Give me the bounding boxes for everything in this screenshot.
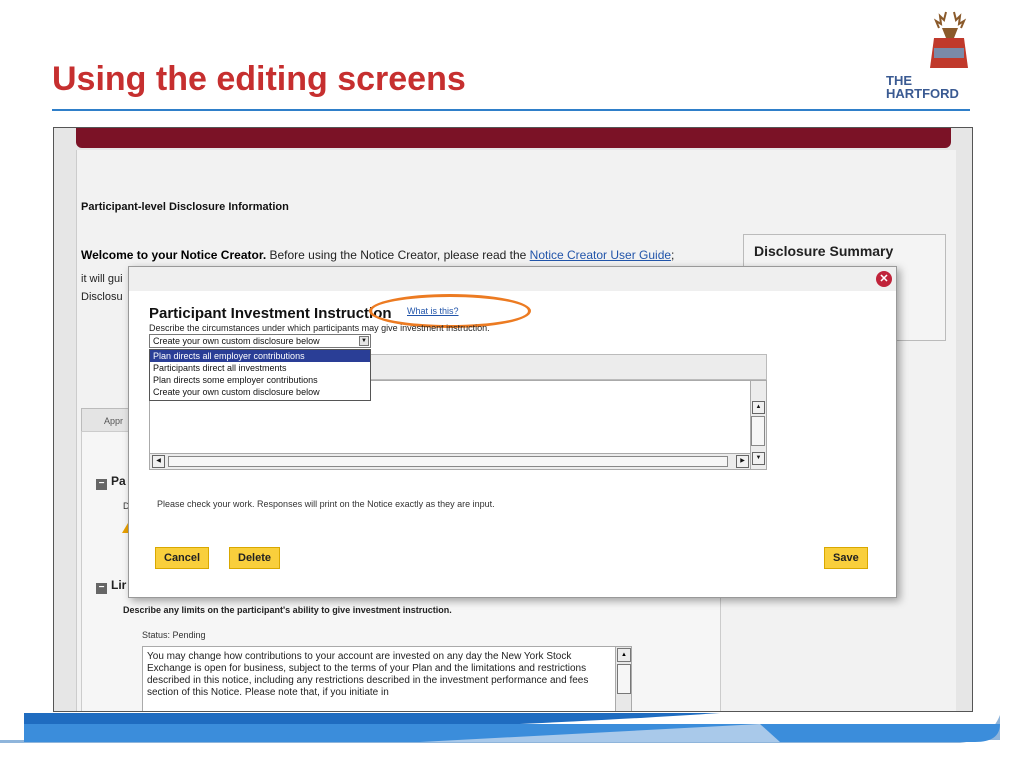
user-guide-link[interactable]: Notice Creator User Guide bbox=[530, 248, 671, 262]
scroll-up-icon[interactable]: ▲ bbox=[617, 648, 631, 662]
disclosure-options-list: Plan directs all employer contributions … bbox=[149, 349, 371, 401]
limits-status: Status: Pending bbox=[142, 630, 206, 640]
page-heading: Participant-level Disclosure Information bbox=[81, 201, 289, 213]
limits-scrollbar[interactable]: ▲ bbox=[615, 647, 631, 711]
section-pa-header[interactable]: − Pa bbox=[96, 474, 126, 490]
welcome-line2: it will gui bbox=[81, 273, 123, 285]
modal-title: Participant Investment Instruction bbox=[149, 305, 392, 322]
app-screenshot: Participant-level Disclosure Information… bbox=[53, 127, 973, 712]
minus-icon[interactable]: − bbox=[96, 583, 107, 594]
header-bar bbox=[76, 128, 951, 148]
check-work-note: Please check your work. Responses will p… bbox=[157, 499, 495, 509]
instruction-modal: ✕ Participant Investment Instruction Wha… bbox=[128, 266, 897, 598]
welcome-end: ; bbox=[671, 248, 675, 262]
chevron-down-icon[interactable]: ▼ bbox=[359, 336, 369, 346]
disclosure-select[interactable]: Create your own custom disclosure below … bbox=[149, 334, 371, 348]
textarea-hscroll[interactable]: ◀ ▶ bbox=[150, 453, 750, 469]
footer-wave bbox=[0, 713, 1000, 743]
hscroll-thumb[interactable] bbox=[168, 456, 728, 467]
delete-button[interactable]: Delete bbox=[229, 547, 281, 569]
scroll-thumb[interactable] bbox=[751, 416, 765, 446]
close-icon[interactable]: ✕ bbox=[876, 271, 892, 287]
title-rule bbox=[52, 109, 970, 111]
textarea-vscroll[interactable]: ▲ ▼ bbox=[750, 381, 766, 469]
limits-text: You may change how contributions to your… bbox=[147, 651, 589, 698]
welcome-body: Before using the Notice Creator, please … bbox=[266, 248, 530, 262]
modal-titlebar bbox=[129, 267, 896, 291]
scroll-down-icon[interactable]: ▼ bbox=[752, 452, 765, 465]
section-limits-header[interactable]: − Lir bbox=[96, 578, 126, 594]
option-custom[interactable]: Create your own custom disclosure below bbox=[150, 386, 370, 398]
welcome-line3: Disclosu bbox=[81, 291, 123, 303]
welcome-text: Welcome to your Notice Creator. Before u… bbox=[81, 248, 674, 262]
minus-icon[interactable]: − bbox=[96, 479, 107, 490]
welcome-bold: Welcome to your Notice Creator. bbox=[81, 248, 267, 262]
option-plan-directs-some[interactable]: Plan directs some employer contributions bbox=[150, 374, 370, 386]
disclosure-summary-title: Disclosure Summary bbox=[754, 243, 894, 259]
scroll-left-icon[interactable]: ◀ bbox=[152, 455, 165, 468]
limits-description: Describe any limits on the participant's… bbox=[123, 605, 452, 615]
save-button[interactable]: Save bbox=[824, 547, 868, 569]
scroll-up-icon[interactable]: ▲ bbox=[752, 401, 765, 414]
modal-description: Describe the circumstances under which p… bbox=[149, 323, 490, 333]
scroll-right-icon[interactable]: ▶ bbox=[736, 455, 749, 468]
option-participants-direct[interactable]: Participants direct all investments bbox=[150, 362, 370, 374]
limits-textarea[interactable]: You may change how contributions to your… bbox=[142, 646, 632, 711]
option-plan-directs-all[interactable]: Plan directs all employer contributions bbox=[150, 350, 370, 362]
slide-title: Using the editing screens bbox=[52, 60, 466, 98]
scroll-thumb[interactable] bbox=[617, 664, 631, 694]
logo-wordmark: THE HARTFORD bbox=[886, 73, 959, 101]
cancel-button[interactable]: Cancel bbox=[155, 547, 210, 569]
